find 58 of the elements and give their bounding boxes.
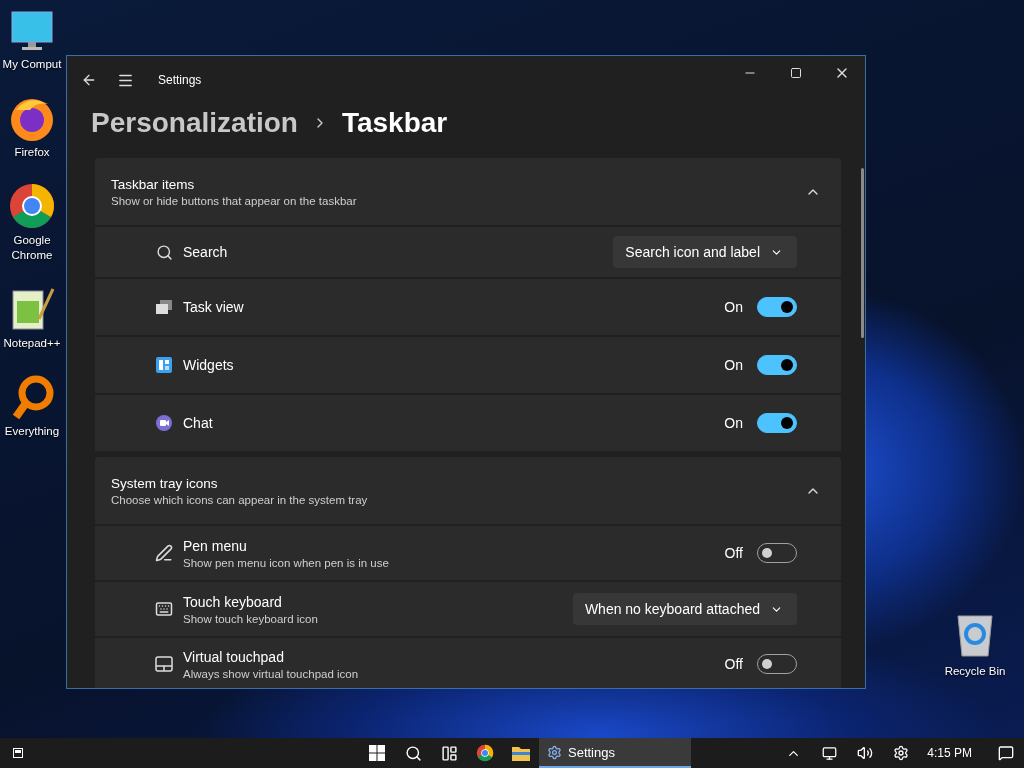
pen-icon xyxy=(155,544,173,562)
setting-description: Always show virtual touchpad icon xyxy=(183,667,359,680)
toggle-switch[interactable] xyxy=(757,297,797,317)
toggle-switch[interactable] xyxy=(757,413,797,433)
toggle-state-text: On xyxy=(724,415,743,431)
desktop-icon-label[interactable]: Recycle Bin xyxy=(944,664,1006,679)
chat-icon xyxy=(156,415,172,431)
maximize-icon xyxy=(790,67,802,79)
chrome-icon xyxy=(476,744,494,762)
desktop-icon-label[interactable]: My Comput xyxy=(2,57,62,72)
keyboard-icon xyxy=(155,600,173,618)
touchpad-icon xyxy=(155,656,173,672)
page-title: Taskbar xyxy=(341,107,448,139)
desktop-icon-label[interactable]: Notepad++ xyxy=(3,336,61,351)
window-icon xyxy=(13,748,23,758)
folder-icon xyxy=(512,745,530,761)
window-title: Settings xyxy=(158,73,202,87)
setting-label: Pen menu xyxy=(183,537,248,554)
toggle-state-text: On xyxy=(724,357,743,373)
setting-label: Chat xyxy=(183,415,213,431)
setting-label: Search xyxy=(183,244,228,260)
clock[interactable]: 4:15 PM xyxy=(919,746,988,760)
taskbar-app-button[interactable]: Settings xyxy=(539,738,691,768)
toggle-state-text: Off xyxy=(724,656,743,672)
search-icon xyxy=(155,243,173,261)
desktop-icon-label[interactable]: Everything xyxy=(4,424,60,439)
search-icon xyxy=(404,744,422,762)
chrome-icon xyxy=(8,182,56,230)
speaker-icon xyxy=(857,745,874,761)
gear-icon xyxy=(893,745,910,761)
section-title: Taskbar items xyxy=(111,176,196,192)
setting-label: Widgets xyxy=(183,357,234,373)
gear-icon xyxy=(547,744,562,760)
desktop-icon-label[interactable]: Firefox xyxy=(14,145,50,160)
dropdown[interactable]: When no keyboard attached xyxy=(572,593,797,625)
setting-label: Task view xyxy=(183,299,244,315)
toggle-state-text: On xyxy=(724,299,743,315)
desktop-icon-label[interactable]: Google Chrome xyxy=(1,233,63,263)
section-subtitle: Choose which icons can appear in the system tray xyxy=(111,493,368,506)
monitor-icon xyxy=(821,745,837,761)
setting-label: Touch keyboard xyxy=(183,593,283,610)
scrollbar-thumb[interactable] xyxy=(861,168,864,338)
recycle-bin-icon xyxy=(956,614,994,658)
toggle-switch[interactable] xyxy=(757,355,797,375)
section-subtitle: Show or hide buttons that appear on the taskbar xyxy=(111,194,357,207)
setting-description: Show touch keyboard icon xyxy=(183,612,318,625)
back-button[interactable] xyxy=(81,72,97,88)
task-view-icon xyxy=(440,744,458,762)
section-title: System tray icons xyxy=(111,475,219,491)
setting-label: Virtual touchpad xyxy=(183,648,285,665)
breadcrumb-link[interactable]: Personalization xyxy=(91,107,298,139)
widgets-icon xyxy=(156,357,172,373)
setting-description: Show pen menu icon when pen is in use xyxy=(183,556,389,569)
dropdown[interactable]: Search icon and label xyxy=(613,236,797,268)
message-icon xyxy=(998,745,1014,761)
task-view-icon xyxy=(156,300,172,314)
toggle-state-text: Off xyxy=(724,545,743,561)
windows-logo-icon xyxy=(369,745,385,761)
